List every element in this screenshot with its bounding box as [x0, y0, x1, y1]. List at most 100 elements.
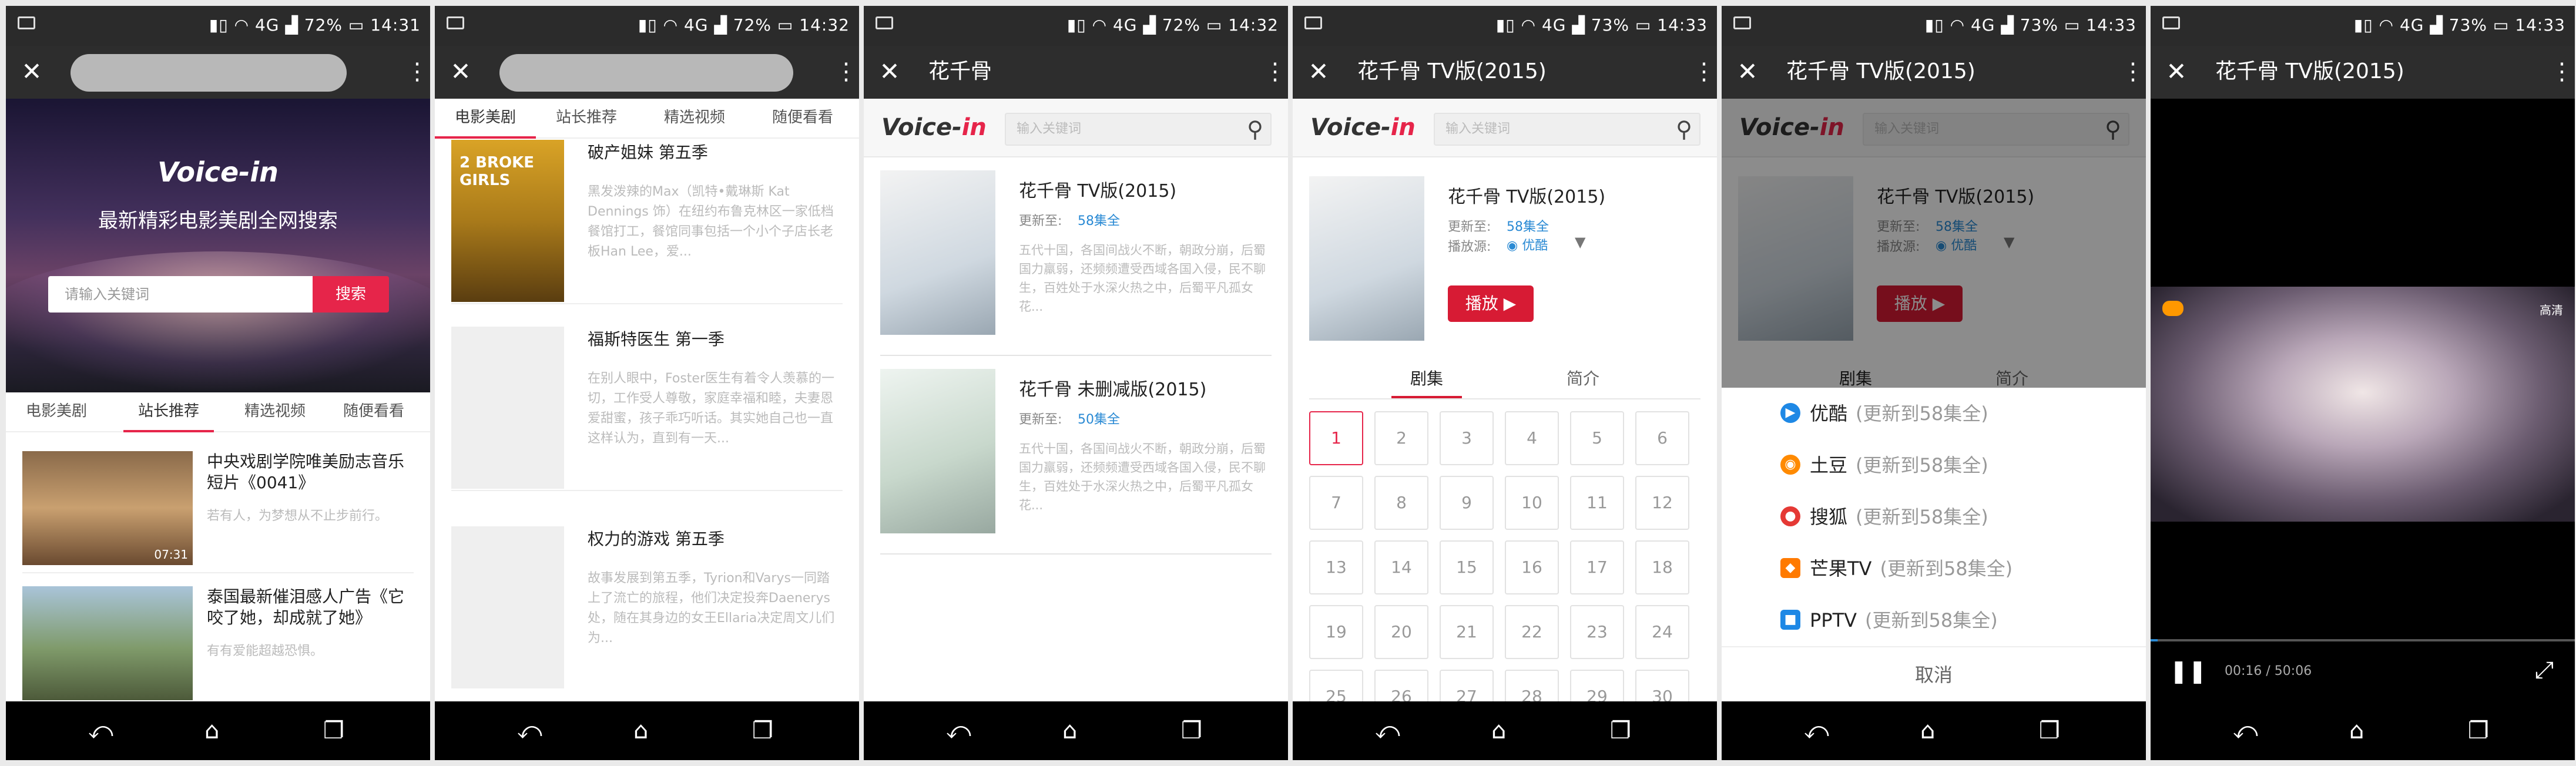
search-input[interactable]: 输入关键词 [1005, 113, 1272, 146]
source-select[interactable]: ◉ 优酷 [1507, 235, 1548, 254]
list-item[interactable]: 2 BROKE GIRLS 破产姐妹 第五季 黑发泼辣的Max（凯特•戴琳斯 K… [451, 128, 843, 304]
list-item[interactable]: 权力的游戏 第五季 故事发展到第五季，Tyrion和Varys一同踏上了流亡的旅… [451, 515, 843, 691]
source-option-pptv[interactable]: ■ PPTV (更新到58集全) [1780, 594, 1998, 646]
episode-button[interactable]: 10 [1505, 476, 1559, 530]
redacted-url [499, 54, 793, 92]
tab-featured[interactable]: 精选视频 [224, 392, 326, 432]
episode-button[interactable]: 15 [1440, 540, 1494, 594]
video-frame[interactable]: 高清 [2151, 287, 2575, 522]
episode-button[interactable]: 16 [1505, 540, 1559, 594]
source-option-mango[interactable]: ◆ 芒果TV (更新到58集全) [1780, 543, 2012, 594]
more-options-icon[interactable]: ⋮ [1692, 60, 1716, 86]
cancel-button[interactable]: 取消 [1722, 646, 2146, 701]
search-button[interactable]: 搜索 [313, 276, 389, 313]
movie-desc: 在别人眼中，Foster医生有着令人羡慕的一切，工作受人尊敬，家庭幸福和睦，夫妻… [588, 371, 834, 446]
source-option-sohu[interactable]: ● 搜狐 (更新到58集全) [1780, 491, 1988, 543]
close-icon[interactable]: ✕ [1306, 59, 1331, 85]
search-result[interactable]: 花千骨 TV版(2015) 更新至: 58集全 五代十国，各国间战火不断，朝政分… [880, 159, 1272, 356]
page-title: 花千骨 [928, 59, 992, 83]
tab-episodes[interactable]: 剧集 [1391, 364, 1462, 398]
detail-tabs: 剧集 简介 [1309, 364, 1700, 399]
episode-button[interactable]: 19 [1309, 605, 1363, 659]
home-icon[interactable]: ⌂ [1920, 718, 1935, 744]
home-icon[interactable]: ⌂ [204, 718, 219, 744]
episode-button[interactable]: 2 [1374, 411, 1428, 465]
close-icon[interactable]: ✕ [1735, 59, 1760, 85]
tab-recommended[interactable]: 站长推荐 [123, 392, 214, 432]
progress-track[interactable] [2151, 639, 2575, 641]
tab-movies[interactable]: 电影美剧 [6, 392, 107, 432]
screen-search-results: ▮▯ ◠ 4G ▟ 72% ▭ 14:32 ✕ 花千骨 ⋮ Voice-in 输… [864, 6, 1288, 760]
recent-apps-icon[interactable]: ❐ [1181, 718, 1202, 744]
voice-in-logo: Voice-in [881, 114, 987, 141]
home-icon[interactable]: ⌂ [1491, 718, 1506, 744]
recent-apps-icon[interactable]: ❐ [752, 718, 773, 744]
close-icon[interactable]: ✕ [19, 59, 45, 85]
recent-apps-icon[interactable]: ❐ [2039, 718, 2060, 744]
episode-button[interactable]: 6 [1635, 411, 1689, 465]
video-player[interactable]: 高清 ❚❚ 00:16 / 50:06 ⤢ [2151, 99, 2575, 701]
tab-synopsis[interactable]: 简介 [1548, 364, 1618, 398]
play-button[interactable]: 播放 ▶ [1448, 285, 1534, 322]
episode-button[interactable]: 12 [1635, 476, 1689, 530]
tab-random[interactable]: 随便看看 [323, 392, 424, 432]
fullscreen-icon[interactable]: ⤢ [2535, 657, 2554, 684]
signal-icon: ▮▯ ◠ [1924, 15, 1971, 35]
recent-apps-icon[interactable]: ❐ [2468, 718, 2489, 744]
episode-button[interactable]: 20 [1374, 605, 1428, 659]
close-icon[interactable]: ✕ [448, 59, 474, 85]
episode-button[interactable]: 18 [1635, 540, 1689, 594]
more-options-icon[interactable]: ⋮ [1263, 60, 1287, 86]
more-options-icon[interactable]: ⋮ [2121, 60, 2145, 86]
episode-button[interactable]: 11 [1570, 476, 1624, 530]
more-options-icon[interactable]: ⋮ [2550, 60, 2574, 86]
search-input[interactable]: 请输入关键词 [48, 276, 313, 313]
list-item[interactable]: 07:31 中央戏剧学院唯美励志音乐短片《0041》 若有人，为梦想从不止步前行… [22, 438, 414, 573]
dim-overlay[interactable] [1722, 99, 2146, 388]
home-icon[interactable]: ⌂ [633, 718, 648, 744]
episode-button[interactable]: 9 [1440, 476, 1494, 530]
episode-button[interactable]: 5 [1570, 411, 1624, 465]
episode-button[interactable]: 22 [1505, 605, 1559, 659]
episode-button[interactable]: 21 [1440, 605, 1494, 659]
recent-apps-icon[interactable]: ❐ [1610, 718, 1631, 744]
source-option-youku[interactable]: ▶ 优酷 (更新到58集全) [1780, 388, 1988, 439]
search-input[interactable]: 输入关键词 [1434, 113, 1700, 146]
pause-icon[interactable]: ❚❚ [2169, 658, 2207, 684]
status-bar: ▮▯ ◠ 4G ▟ 72% ▭ 14:31 [6, 6, 430, 46]
search-icon[interactable]: ⚲ [1676, 116, 1692, 142]
home-icon[interactable]: ⌂ [2349, 718, 2364, 744]
back-icon[interactable]: ⤺ [1804, 718, 1829, 744]
episode-button[interactable]: 3 [1440, 411, 1494, 465]
episode-button[interactable]: 23 [1570, 605, 1624, 659]
episode-button[interactable]: 1 [1309, 411, 1363, 465]
search-icon[interactable]: ⚲ [1247, 116, 1263, 142]
list-item[interactable]: 泰国最新催泪感人广告《它咬了她，却成就了她》 有有爱能超越恐惧。 [22, 573, 414, 708]
close-icon[interactable]: ✕ [2164, 59, 2189, 85]
update-label: 更新至: [1019, 412, 1062, 427]
search-result[interactable]: 花千骨 未删减版(2015) 更新至: 50集全 五代十国，各国间战火不断，朝政… [880, 357, 1272, 555]
more-options-icon[interactable]: ⋮ [405, 60, 429, 86]
back-icon[interactable]: ⤺ [946, 718, 971, 744]
episode-button[interactable]: 7 [1309, 476, 1363, 530]
recent-apps-icon[interactable]: ❐ [323, 718, 344, 744]
battery-percent: 73% [1591, 15, 1630, 35]
episode-button[interactable]: 8 [1374, 476, 1428, 530]
source-option-tudou[interactable]: ◉ 土豆 (更新到58集全) [1780, 439, 1988, 491]
episode-button[interactable]: 4 [1505, 411, 1559, 465]
show-poster [880, 369, 995, 533]
chevron-down-icon[interactable]: ▼ [1575, 234, 1585, 250]
list-item[interactable]: 福斯特医生 第一季 在别人眼中，Foster医生有着令人羡慕的一切，工作受人尊敬… [451, 315, 843, 491]
back-icon[interactable]: ⤺ [517, 718, 542, 744]
more-options-icon[interactable]: ⋮ [834, 60, 858, 86]
episode-button[interactable]: 14 [1374, 540, 1428, 594]
episode-button[interactable]: 24 [1635, 605, 1689, 659]
home-icon[interactable]: ⌂ [1062, 718, 1077, 744]
back-icon[interactable]: ⤺ [1375, 718, 1400, 744]
episode-button[interactable]: 17 [1570, 540, 1624, 594]
back-icon[interactable]: ⤺ [88, 718, 113, 744]
episode-button[interactable]: 13 [1309, 540, 1363, 594]
close-icon[interactable]: ✕ [877, 59, 903, 85]
battery-percent: 73% [2448, 15, 2488, 35]
back-icon[interactable]: ⤺ [2233, 718, 2258, 744]
